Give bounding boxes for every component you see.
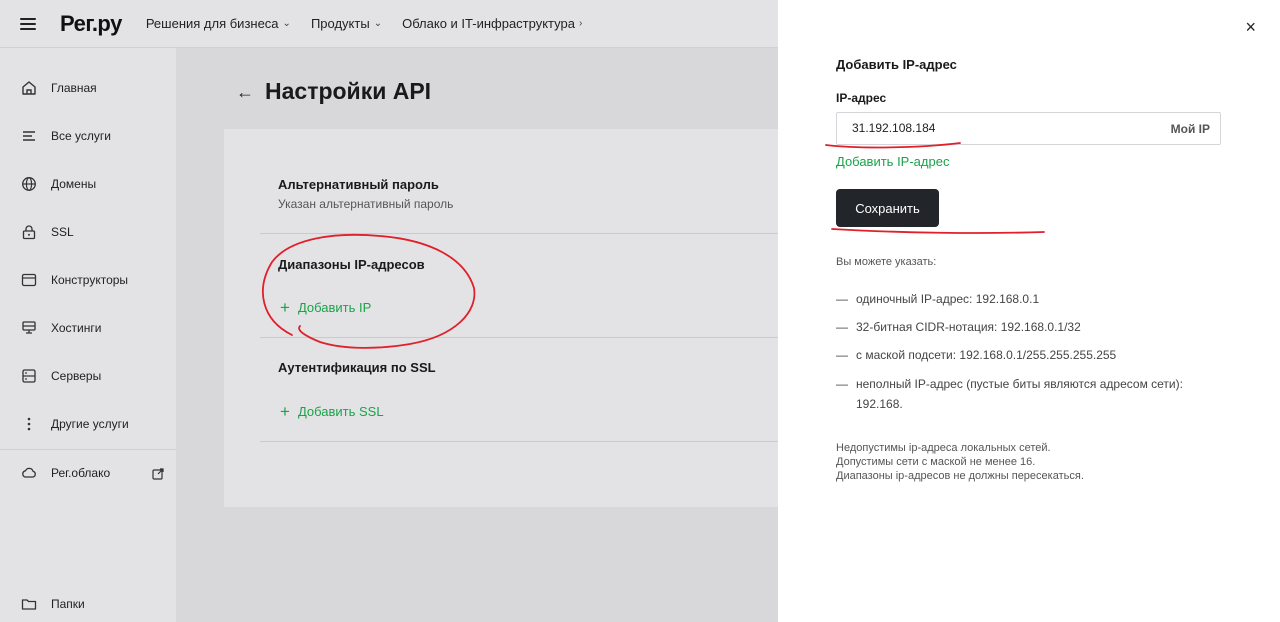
sidebar-item-reg-cloud[interactable]: Рег.облако xyxy=(0,455,176,491)
add-ip-drawer: × Добавить IP-адрес IP-адрес Мой IP Доба… xyxy=(778,0,1280,622)
add-ip-button[interactable]: + Добавить IP xyxy=(280,299,371,316)
dash-bullet: — xyxy=(836,348,848,362)
add-ip-label: Добавить IP xyxy=(297,300,372,315)
back-arrow-icon[interactable]: ← xyxy=(236,82,254,103)
plus-icon: + xyxy=(280,298,290,317)
sidebar-item-other-services[interactable]: Другие услуги xyxy=(0,406,176,442)
sidebar-item-folders[interactable]: Папки xyxy=(0,586,176,622)
sidebar-item-label: Серверы xyxy=(51,369,102,383)
save-button[interactable]: Сохранить xyxy=(836,189,939,227)
more-vertical-icon xyxy=(20,415,38,433)
sidebar-item-label: Главная xyxy=(51,81,97,95)
hint-text: неполный IP-адрес (пустые биты являются … xyxy=(856,377,1183,411)
add-another-ip-link[interactable]: Добавить IP-адрес xyxy=(836,154,949,169)
alt-password-status: Указан альтернативный пароль xyxy=(278,197,454,211)
divider xyxy=(260,233,778,234)
nav-label: Облако и IT-инфраструктура xyxy=(402,16,575,31)
ip-input[interactable] xyxy=(852,121,1132,135)
note-line: Допустимы сети с маской не менее 16. xyxy=(836,456,1036,468)
list-item: — 32-битная CIDR-нотация: 192.168.0.1/32 xyxy=(836,317,1206,337)
hint-text: 32-битная CIDR-нотация: 192.168.0.1/32 xyxy=(856,320,1081,334)
ip-field-label: IP-адрес xyxy=(836,91,887,105)
server-icon xyxy=(20,367,38,385)
nav-label: Продукты xyxy=(310,16,370,31)
my-ip-button[interactable]: Мой IP xyxy=(1171,122,1210,136)
dash-bullet: — xyxy=(836,377,848,391)
sidebar-item-home[interactable]: Главная xyxy=(0,70,176,106)
sidebar-item-label: Папки xyxy=(51,597,85,611)
page-title: Настройки API xyxy=(265,78,432,104)
chevron-down-icon: ⌄ xyxy=(373,18,383,29)
home-icon xyxy=(20,79,38,97)
logo[interactable]: Рег.ру xyxy=(60,11,122,37)
chevron-right-icon: › xyxy=(578,18,583,29)
list-item: — неполный IP-адрес (пустые биты являютс… xyxy=(836,374,1206,414)
main-content: ← Настройки API Альтернативный пароль Ук… xyxy=(176,48,778,622)
globe-icon xyxy=(20,175,38,193)
sidebar-item-label: Домены xyxy=(51,177,97,191)
ip-ranges-title: Диапазоны IP-адресов xyxy=(278,257,425,272)
hint-title: Вы можете указать: xyxy=(836,256,937,268)
nav-label: Решения для бизнеса xyxy=(145,16,279,31)
nav-cloud-it[interactable]: Облако и IT-инфраструктура › xyxy=(402,16,582,31)
nav-business-solutions[interactable]: Решения для бизнеса ⌄ xyxy=(146,16,291,31)
hint-text: одиночный IP-адрес: 192.168.0.1 xyxy=(856,292,1040,306)
sidebar-item-servers[interactable]: Серверы xyxy=(0,358,176,394)
sidebar-item-label: Хостинги xyxy=(51,321,102,335)
dash-bullet: — xyxy=(836,320,848,334)
chevron-down-icon: ⌄ xyxy=(282,18,291,29)
browser-icon xyxy=(20,271,38,289)
folder-icon xyxy=(20,595,38,613)
dash-bullet: — xyxy=(836,292,848,306)
add-ssl-label: Добавить SSL xyxy=(297,404,384,419)
divider xyxy=(260,337,778,338)
sidebar-item-hosting[interactable]: Хостинги xyxy=(0,310,176,346)
hosting-icon xyxy=(20,319,38,337)
list-item: — одиночный IP-адрес: 192.168.0.1 xyxy=(836,289,1206,309)
note-line: Диапазоны ip-адресов не должны пересекат… xyxy=(836,470,1084,482)
sidebar-divider xyxy=(0,449,176,450)
menu-icon[interactable] xyxy=(20,17,36,30)
ip-input-wrapper: Мой IP xyxy=(836,112,1221,145)
sidebar-item-label: Рег.облако xyxy=(51,466,111,480)
hint-text: с маской подсети: 192.168.0.1/255.255.25… xyxy=(856,348,1117,362)
list-icon xyxy=(20,127,38,145)
add-ssl-button[interactable]: + Добавить SSL xyxy=(280,403,384,420)
alt-password-title: Альтернативный пароль xyxy=(278,177,439,192)
close-icon[interactable]: × xyxy=(1245,17,1256,38)
note-line: Недопустимы ip-адреса локальных сетей. xyxy=(836,442,1051,454)
sidebar-item-label: Другие услуги xyxy=(51,417,129,431)
sidebar-item-all-services[interactable]: Все услуги xyxy=(0,118,176,154)
drawer-title: Добавить IP-адрес xyxy=(836,57,957,72)
list-item: — с маской подсети: 192.168.0.1/255.255.… xyxy=(836,345,1206,365)
top-nav: Решения для бизнеса ⌄ Продукты ⌄ Облако … xyxy=(146,16,582,31)
lock-icon xyxy=(20,223,38,241)
cloud-icon xyxy=(20,464,38,482)
sidebar-item-ssl[interactable]: SSL xyxy=(0,214,176,250)
sidebar-item-builders[interactable]: Конструкторы xyxy=(0,262,176,298)
top-header: Рег.ру Решения для бизнеса ⌄ Продукты ⌄ … xyxy=(0,0,778,48)
sidebar-item-domains[interactable]: Домены xyxy=(0,166,176,202)
sidebar-item-label: SSL xyxy=(51,225,74,239)
plus-icon: + xyxy=(280,402,290,421)
external-link-icon xyxy=(152,467,164,480)
ssl-auth-title: Аутентификация по SSL xyxy=(278,360,436,375)
sidebar-item-label: Конструкторы xyxy=(51,273,129,287)
sidebar-item-label: Все услуги xyxy=(51,129,111,143)
sidebar: Главная Все услуги Домены SSL Конструкто… xyxy=(0,48,176,622)
divider xyxy=(260,441,778,442)
nav-products[interactable]: Продукты ⌄ xyxy=(311,16,382,31)
api-settings-card: Альтернативный пароль Указан альтернатив… xyxy=(224,129,778,507)
